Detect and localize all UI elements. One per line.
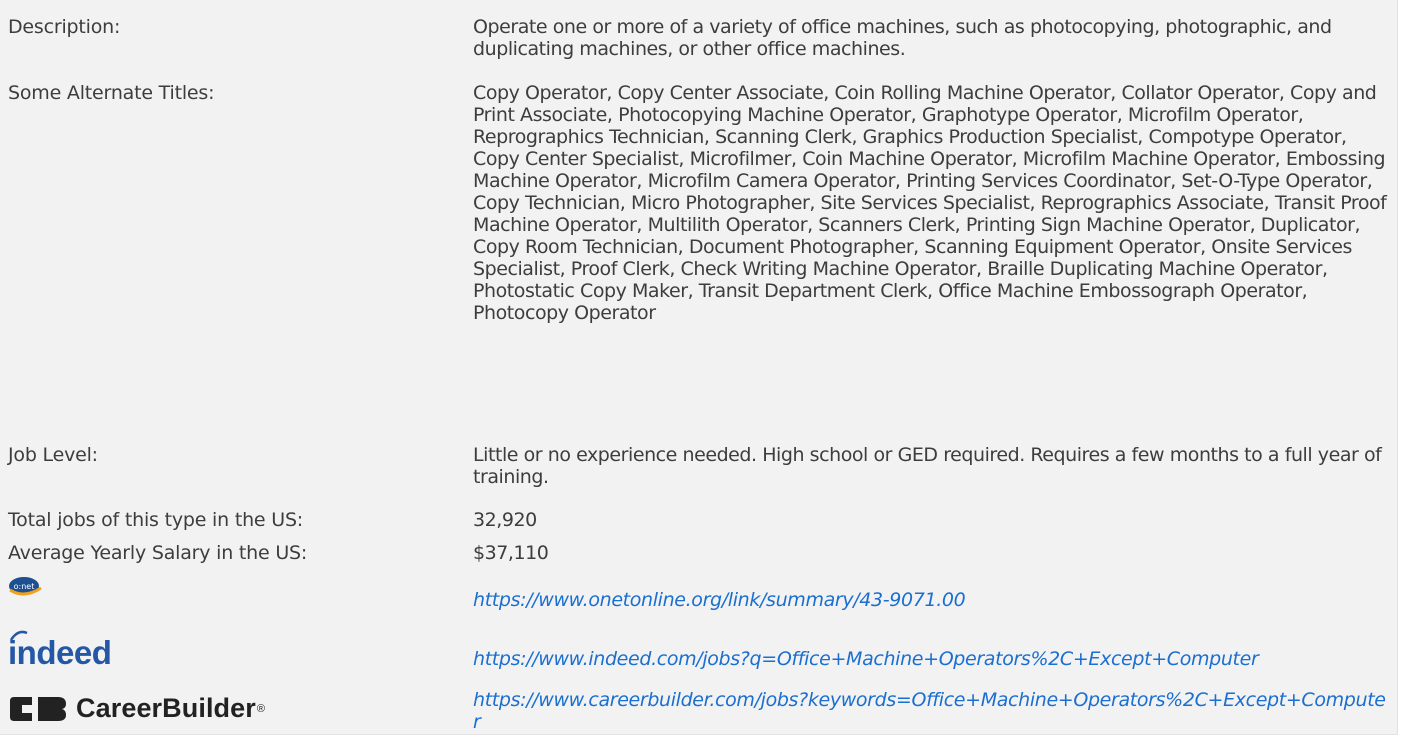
row-careerbuilder-link: CareerBuilder ® https://www.careerbuilder… [8, 689, 1388, 733]
careerbuilder-link[interactable]: https://www.careerbuilder.com/jobs?keywo… [473, 689, 1388, 733]
total-jobs-value: 32,920 [473, 509, 537, 531]
careerbuilder-logo-text: CareerBuilder [76, 693, 256, 723]
alternate-titles-label: Some Alternate Titles: [8, 82, 215, 104]
indeed-logo-icon[interactable]: indeed [8, 630, 112, 672]
description-value: Operate one or more of a variety of offi… [473, 16, 1332, 60]
salary-label: Average Yearly Salary in the US: [8, 542, 308, 564]
indeed-link[interactable]: https://www.indeed.com/jobs?q=Office+Mac… [473, 648, 1388, 670]
careerbuilder-mark-icon [10, 696, 66, 721]
job-level-label: Job Level: [8, 444, 98, 466]
total-jobs-label: Total jobs of this type in the US: [8, 509, 304, 531]
salary-value: $37,110 [473, 542, 549, 564]
description-label: Description: [8, 16, 121, 38]
onet-link[interactable]: https://www.onetonline.org/link/summary/… [473, 589, 1388, 611]
job-level-value: Little or no experience needed. High sch… [473, 444, 1382, 488]
job-details-card: Description: Operate one or more of a va… [0, 0, 1398, 735]
careerbuilder-logo-icon[interactable]: CareerBuilder ® [8, 693, 265, 724]
alternate-titles-value: Copy Operator, Copy Center Associate, Co… [473, 82, 1387, 324]
row-onet-link: o:net https://www.onetonline.org/link/su… [8, 575, 1388, 611]
onet-logo-icon[interactable]: o:net [8, 575, 42, 597]
row-indeed-link: indeed https://www.indeed.com/jobs?q=Off… [8, 630, 1388, 672]
registered-mark: ® [256, 702, 265, 715]
onet-logo-text: o:net [14, 582, 35, 591]
